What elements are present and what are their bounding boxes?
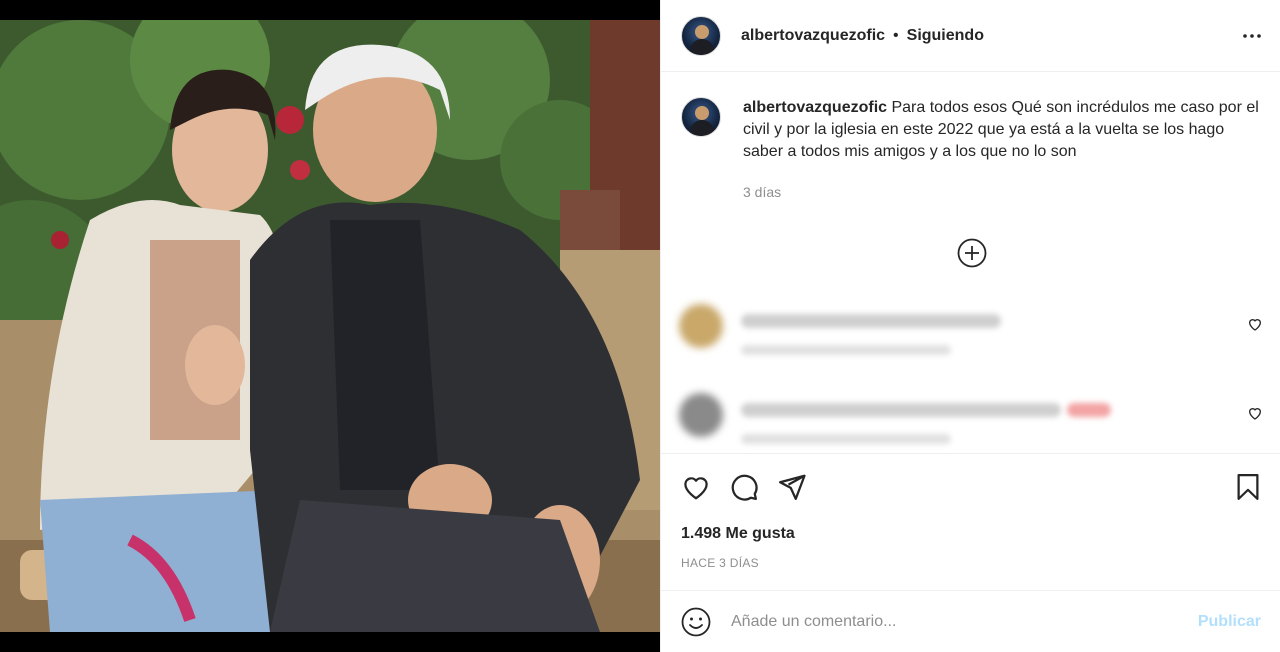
blurred-comment-meta xyxy=(741,434,951,444)
post-photo[interactable] xyxy=(0,20,660,632)
comment-item xyxy=(679,302,1269,362)
post-header: albertovazquezofic • Siguiendo xyxy=(661,0,1280,72)
caption-time[interactable]: 3 días xyxy=(743,181,1263,203)
caption-author-avatar[interactable] xyxy=(681,97,721,137)
commenter-avatar[interactable] xyxy=(679,304,723,348)
blurred-comment-badge xyxy=(1067,403,1111,417)
comment-composer: Publicar xyxy=(661,590,1280,652)
author-avatar[interactable] xyxy=(681,15,721,56)
caption-body: albertovazquezofic Para todos esos Qué s… xyxy=(743,97,1263,203)
blurred-comment-meta xyxy=(741,345,951,355)
more-options-icon[interactable] xyxy=(1240,24,1264,48)
post-actions-section: 1.498 Me gusta HACE 3 DÍAS xyxy=(661,453,1280,570)
author-username[interactable]: albertovazquezofic xyxy=(741,27,885,45)
following-button[interactable]: Siguiendo xyxy=(907,27,984,45)
save-bookmark-icon[interactable] xyxy=(1231,470,1265,504)
caption-username[interactable]: albertovazquezofic xyxy=(743,99,887,116)
post-media xyxy=(0,0,660,652)
comment-bubble-icon[interactable] xyxy=(727,470,761,504)
comment-like-heart-icon[interactable] xyxy=(1247,316,1263,332)
instagram-post: albertovazquezofic • Siguiendo albertova… xyxy=(0,0,1280,652)
comment-item xyxy=(679,391,1269,451)
post-caption: albertovazquezofic Para todos esos Qué s… xyxy=(661,73,1280,203)
comments-section: albertovazquezofic Para todos esos Qué s… xyxy=(661,73,1280,453)
post-timestamp[interactable]: HACE 3 DÍAS xyxy=(681,556,759,570)
post-side-panel: albertovazquezofic • Siguiendo albertova… xyxy=(660,0,1280,652)
load-more-comments-icon[interactable] xyxy=(957,238,987,268)
commenter-avatar[interactable] xyxy=(679,393,723,437)
action-bar xyxy=(661,454,1280,520)
emoji-smiley-icon[interactable] xyxy=(681,607,711,637)
publish-button[interactable]: Publicar xyxy=(1198,613,1261,631)
share-paper-plane-icon[interactable] xyxy=(775,470,809,504)
header-separator: • xyxy=(893,26,899,44)
add-comment-input[interactable] xyxy=(731,612,1198,631)
blurred-comment-text xyxy=(741,314,1001,328)
comment-like-heart-icon[interactable] xyxy=(1247,405,1263,421)
likes-count[interactable]: 1.498 Me gusta xyxy=(681,525,795,543)
like-heart-icon[interactable] xyxy=(679,470,713,504)
blurred-comment-text xyxy=(741,403,1061,417)
